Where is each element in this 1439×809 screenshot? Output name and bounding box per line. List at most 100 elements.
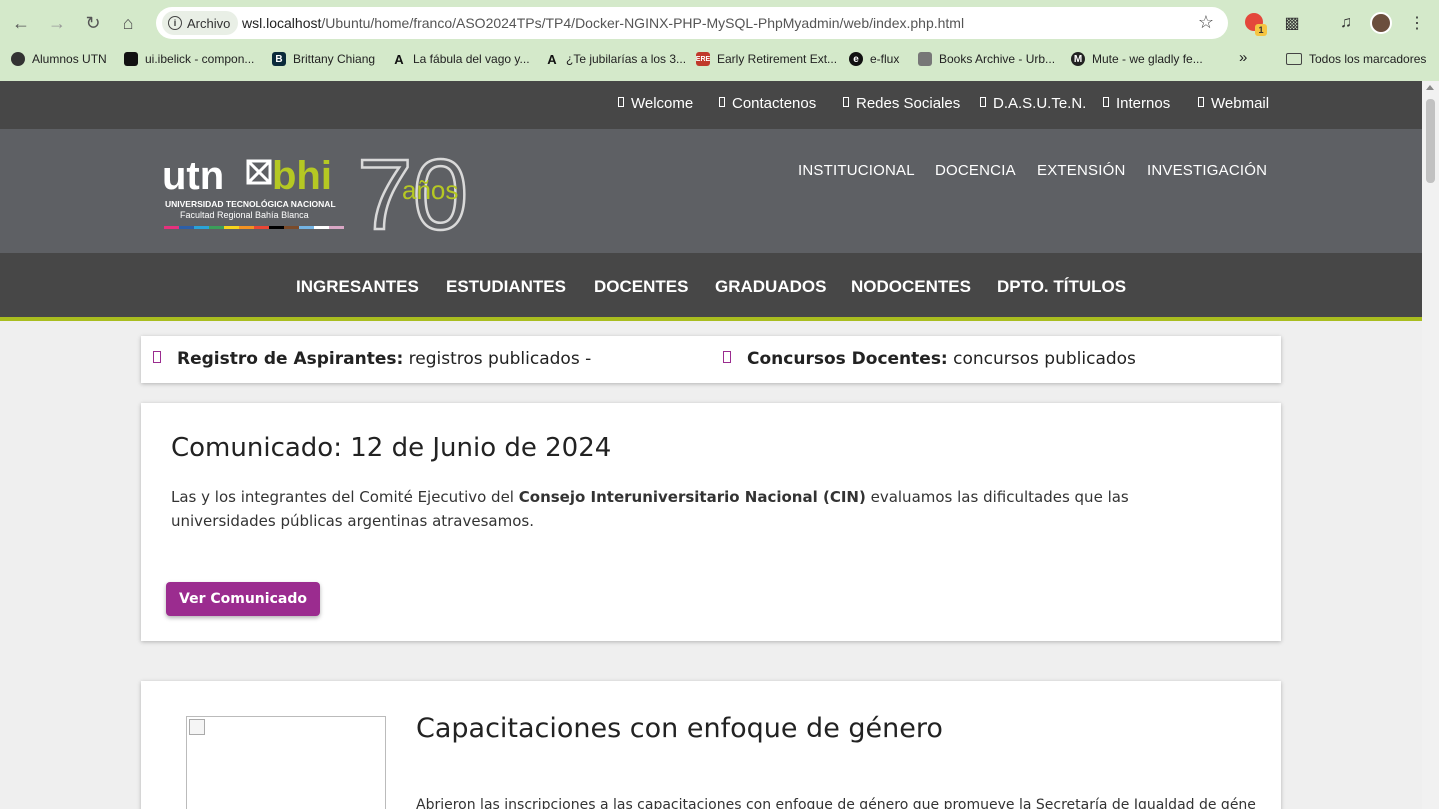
bookmark-item[interactable]: M Mute - we gladly fe... (1071, 52, 1203, 66)
ticker-item-registro[interactable]: Registro de Aspirantes: registros public… (153, 349, 591, 369)
bookmark-label: Books Archive - Urb... (939, 52, 1056, 66)
logo-anniversary-word: años (402, 175, 458, 205)
bookmark-label: Brittany Chiang (293, 52, 376, 66)
topbar-link-label: Redes Sociales (856, 95, 961, 112)
main-nav-docencia[interactable]: DOCENCIA (935, 162, 1016, 179)
folder-icon (1286, 53, 1302, 65)
audience-nav-ingresantes[interactable]: INGRESANTES (296, 277, 419, 297)
bookmark-label: Alumnos UTN (32, 52, 107, 66)
scroll-up-icon[interactable] (1426, 85, 1434, 90)
topbar-link-redes-sociales[interactable]: Redes Sociales (843, 95, 960, 112)
utn-bhi-logo[interactable]: utn bhi UNIVERSIDAD TECNOLÓGICA NACIONAL… (162, 151, 492, 235)
home-icon[interactable]: ⌂ (114, 9, 142, 37)
bookmark-item[interactable]: Books Archive - Urb... (918, 52, 1055, 66)
media-control-icon[interactable]: ♫ (1333, 10, 1359, 36)
extensions-puzzle-icon[interactable]: ▩ (1279, 10, 1305, 36)
logo-line1: UNIVERSIDAD TECNOLÓGICA NACIONAL (165, 198, 336, 209)
news-image-broken[interactable] (186, 716, 386, 809)
site-info-label: Archivo (187, 15, 231, 31)
browser-toolbar: ← → ↻ ⌂ i Archivo wsl.localhost/Ubuntu/h… (0, 0, 1439, 46)
site-info-chip[interactable]: i Archivo (162, 11, 239, 35)
site-favicon-icon: A (547, 51, 557, 67)
audience-nav: INGRESANTES ESTUDIANTES DOCENTES GRADUAD… (0, 253, 1422, 321)
address-bar[interactable]: i Archivo wsl.localhost/Ubuntu/home/fran… (156, 7, 1228, 39)
bookmark-item[interactable]: Alumnos UTN (11, 52, 107, 66)
bookmark-label: La fábula del vago y... (413, 52, 530, 66)
logo-line2: Facultad Regional Bahía Blanca (180, 210, 309, 220)
bookmark-label: ¿Te jubilarías a los 3... (566, 52, 687, 66)
page-scrollbar[interactable] (1422, 81, 1439, 809)
link-icon (980, 97, 986, 107)
browser-chrome: ← → ↻ ⌂ i Archivo wsl.localhost/Ubuntu/h… (0, 0, 1439, 81)
site-favicon-icon: M (1071, 52, 1085, 66)
site-favicon-icon: A (394, 51, 404, 67)
menu-kebab-icon[interactable]: ⋮ (1404, 10, 1430, 36)
site-favicon-icon: B (272, 52, 286, 66)
bookmark-item[interactable]: B Brittany Chiang (272, 52, 375, 66)
topbar-link-label: Contactenos (732, 95, 817, 112)
main-nav-extension[interactable]: EXTENSIÓN (1037, 162, 1125, 179)
topbar-link-label: D.A.S.U.Te.N. (993, 95, 1087, 112)
bookmark-item[interactable]: e e-flux (849, 52, 899, 66)
bookmark-label: ui.ibelick - compon... (145, 52, 255, 66)
bookmark-item[interactable]: A ¿Te jubilarías a los 3... (545, 51, 687, 67)
audience-nav-docentes[interactable]: DOCENTES (594, 277, 688, 297)
ticker-item-concursos[interactable]: Concursos Docentes: concursos publicados (723, 349, 1136, 369)
bookmarks-overflow-icon[interactable]: » (1239, 49, 1247, 66)
news-body-text: Las y los integrantes del Comité Ejecuti… (171, 488, 519, 506)
main-nav-institucional[interactable]: INSTITUCIONAL (798, 162, 915, 179)
bookmarks-bar: Alumnos UTN ui.ibelick - compon... B Brit… (0, 46, 1439, 74)
audience-nav-estudiantes[interactable]: ESTUDIANTES (446, 277, 566, 297)
forward-icon[interactable]: → (43, 9, 71, 37)
page-viewport: Welcome Contactenos Redes Sociales D.A.S… (0, 81, 1422, 809)
back-icon[interactable]: ← (7, 9, 35, 37)
site-favicon-icon (124, 52, 138, 66)
reload-icon[interactable]: ↻ (79, 9, 107, 37)
logo-color-stripe (164, 226, 344, 229)
bookmark-star-icon[interactable]: ☆ (1198, 12, 1214, 33)
ticker-item-title: Registro de Aspirantes: (177, 349, 404, 369)
news-title: Comunicado: 12 de Junio de 2024 (171, 433, 612, 463)
bookmark-item[interactable]: A La fábula del vago y... (392, 51, 530, 67)
ticker-bullet-icon (723, 351, 731, 363)
site-header: utn bhi UNIVERSIDAD TECNOLÓGICA NACIONAL… (0, 129, 1422, 253)
bookmark-label: Early Retirement Ext... (717, 52, 838, 66)
topbar-link-label: Welcome (631, 95, 694, 112)
news-body-bold: Consejo Interuniversitario Nacional (CIN… (518, 488, 866, 506)
link-icon (719, 97, 725, 107)
news-title[interactable]: Capacitaciones con enfoque de género (416, 713, 943, 744)
link-icon (1198, 97, 1204, 107)
scrollbar-thumb[interactable] (1426, 99, 1435, 183)
audience-nav-nodocentes[interactable]: NODOCENTES (851, 277, 971, 297)
bookmark-item[interactable]: ui.ibelick - compon... (124, 52, 254, 66)
all-bookmarks-label: Todos los marcadores (1309, 52, 1427, 66)
topbar-link-label: Internos (1116, 95, 1171, 112)
main-nav-investigacion[interactable]: INVESTIGACIÓN (1147, 162, 1267, 179)
ver-comunicado-button[interactable]: Ver Comunicado (166, 582, 320, 616)
announcement-ticker: Registro de Aspirantes: registros public… (141, 336, 1281, 383)
url-host: wsl.localhost (242, 15, 322, 31)
topbar-link-welcome[interactable]: Welcome (618, 95, 693, 112)
audience-nav-graduados[interactable]: GRADUADOS (715, 277, 826, 297)
profile-avatar[interactable] (1370, 12, 1392, 34)
logo-bhi-text: bhi (272, 154, 332, 198)
site-favicon-icon (918, 52, 932, 66)
url-text[interactable]: wsl.localhost/Ubuntu/home/franco/ASO2024… (242, 15, 964, 31)
bookmark-item[interactable]: ERE Early Retirement Ext... (696, 52, 837, 66)
link-icon (843, 97, 849, 107)
topbar-link-webmail[interactable]: Webmail (1198, 95, 1269, 112)
audience-nav-dpto-titulos[interactable]: DPTO. TÍTULOS (997, 277, 1126, 297)
url-path: /Ubuntu/home/franco/ASO2024TPs/TP4/Docke… (321, 15, 965, 31)
link-icon (618, 97, 624, 107)
topbar-link-contactenos[interactable]: Contactenos (719, 95, 816, 112)
info-icon: i (168, 16, 182, 30)
topbar-link-label: Webmail (1211, 95, 1270, 112)
news-body: Las y los integrantes del Comité Ejecuti… (171, 485, 1231, 533)
topbar-link-internos[interactable]: Internos (1103, 95, 1170, 112)
news-card-capacitaciones: Capacitaciones con enfoque de género Abr… (141, 681, 1281, 809)
news-body: Abrieron las inscripciones a las capacit… (416, 797, 1256, 809)
topbar-link-dasuten[interactable]: D.A.S.U.Te.N. (980, 95, 1086, 112)
ticker-item-text: concursos publicados (947, 349, 1136, 369)
top-utility-bar: Welcome Contactenos Redes Sociales D.A.S… (0, 81, 1422, 129)
all-bookmarks-folder[interactable]: Todos los marcadores (1286, 52, 1426, 66)
